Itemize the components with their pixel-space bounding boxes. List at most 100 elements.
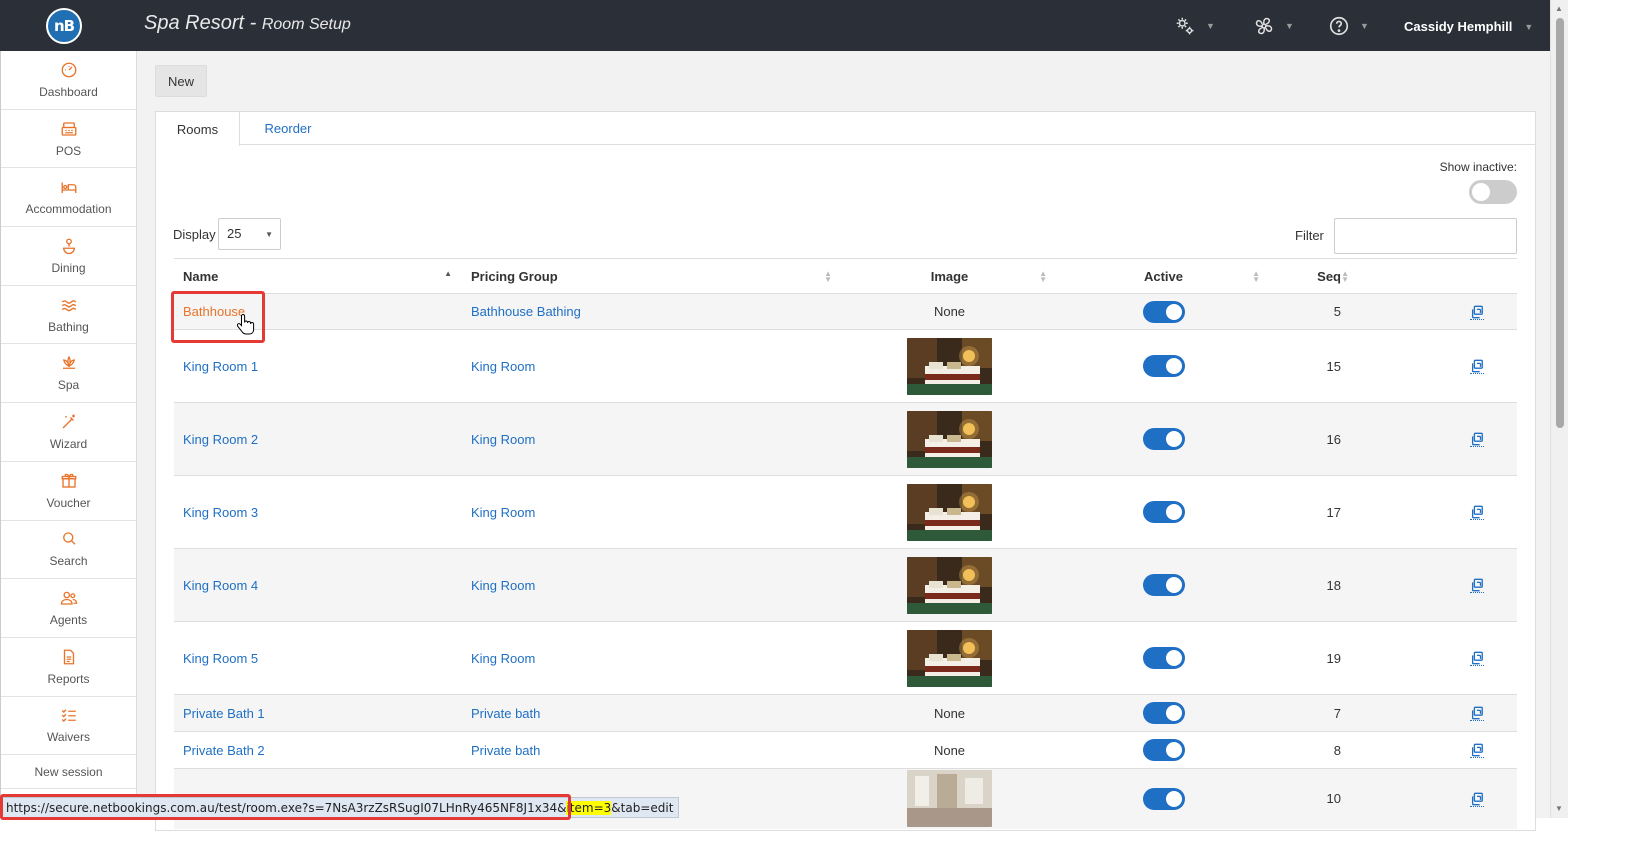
column-header-active[interactable]: Active ▲ ▼ [1057, 258, 1270, 294]
copy-icon[interactable] [1470, 706, 1484, 722]
copy-icon[interactable] [1470, 432, 1484, 448]
main-content: New Rooms Reorder Show inactive: Display… [137, 51, 1550, 831]
display-select[interactable]: 25 ▼ [218, 218, 281, 250]
room-name-link[interactable]: King Room 2 [183, 432, 258, 447]
table-row[interactable]: King Room 5 King Room 19 [174, 621, 1517, 695]
copy-icon[interactable] [1470, 578, 1484, 594]
sidebar-item-accommodation[interactable]: Accommodation [1, 168, 136, 228]
sidebar-item-waivers[interactable]: Waivers [1, 697, 136, 756]
table-row[interactable]: King Room 4 King Room 18 [174, 548, 1517, 622]
table-row[interactable]: King Room 3 King Room 17 [174, 475, 1517, 549]
page-subtitle: Room Setup [261, 16, 351, 33]
room-thumbnail[interactable] [851, 410, 1048, 468]
settings-menu[interactable]: ▼ [1174, 15, 1215, 37]
copy-icon[interactable] [1470, 505, 1484, 521]
room-thumbnail[interactable] [851, 483, 1048, 541]
copy-icon[interactable] [1470, 743, 1484, 759]
tab-reorder[interactable]: Reorder [240, 112, 336, 145]
column-header-pricing-group[interactable]: Pricing Group ▲ ▼ [462, 258, 842, 294]
sidebar-item-dining[interactable]: Dining [1, 227, 136, 286]
chevron-down-icon: ▼ [1524, 21, 1534, 32]
show-inactive-toggle[interactable] [1469, 180, 1517, 204]
scroll-thumb[interactable] [1556, 18, 1564, 428]
copy-icon[interactable] [1470, 651, 1484, 667]
table-row[interactable]: Private Bath 2 Private bath None 8 [174, 731, 1517, 769]
user-name: Cassidy Hemphill [1404, 19, 1513, 34]
sidebar-item-search[interactable]: Search [1, 521, 136, 580]
sidebar-item-wizard[interactable]: Wizard [1, 403, 136, 462]
seq-value: 15 [1326, 358, 1341, 374]
active-toggle[interactable] [1142, 428, 1185, 450]
active-toggle[interactable] [1142, 574, 1185, 596]
room-name-link[interactable]: King Room 1 [183, 359, 258, 374]
sort-icon: ▲ [444, 269, 452, 278]
column-header-name[interactable]: Name ▲ [174, 258, 462, 294]
sidebar-item-bathing[interactable]: Bathing [1, 286, 136, 345]
sidebar-item-agents[interactable]: Agents [1, 579, 136, 638]
copy-icon[interactable] [1470, 791, 1484, 808]
url-highlight: item=3 [566, 800, 612, 815]
active-toggle[interactable] [1142, 300, 1185, 323]
tab-rooms[interactable]: Rooms [156, 112, 240, 146]
table-row[interactable]: Private Bath 1 Private bath None 7 [174, 694, 1517, 732]
seq-value: 19 [1326, 650, 1341, 666]
active-toggle[interactable] [1142, 355, 1185, 377]
bed-icon [60, 178, 78, 199]
sidebar-item-spa[interactable]: Spa [1, 344, 136, 404]
sidebar-item-reports[interactable]: Reports [1, 638, 136, 697]
room-name-link[interactable]: King Room 5 [183, 651, 258, 666]
pricing-group-link[interactable]: Private bath [471, 743, 540, 758]
room-name-link[interactable]: Private Bath 1 [183, 706, 265, 721]
seq-value: 10 [1326, 791, 1341, 807]
sidebar-item-label: Wizard [49, 436, 88, 451]
user-menu[interactable]: Cassidy Hemphill ▼ [1404, 19, 1533, 34]
people-icon [60, 589, 78, 610]
new-session-link[interactable]: New session [1, 755, 136, 790]
room-name-link[interactable]: Private Bath 2 [183, 743, 265, 758]
sidebar-item-pos[interactable]: POS [1, 110, 136, 169]
active-toggle[interactable] [1142, 739, 1185, 761]
pricing-group-link[interactable]: King Room [471, 578, 535, 593]
pricing-group-link[interactable]: King Room [471, 505, 535, 520]
active-toggle[interactable] [1142, 647, 1185, 669]
table-row[interactable]: Bathhouse Bathhouse Bathing None 5 [174, 293, 1517, 330]
page-scrollbar[interactable]: ▲ ▼ [1550, 0, 1568, 818]
pricing-group-link[interactable]: King Room [471, 651, 535, 666]
seq-value: 7 [1333, 705, 1341, 721]
new-button[interactable]: New [155, 65, 207, 97]
sidebar-item-voucher[interactable]: Voucher [1, 462, 136, 521]
active-toggle[interactable] [1142, 501, 1185, 523]
table-row[interactable]: King Room 1 King Room 15 [174, 329, 1517, 403]
scroll-up-icon[interactable]: ▲ [1555, 4, 1563, 13]
seq-value: 5 [1333, 304, 1341, 319]
room-name-link[interactable]: King Room 3 [183, 505, 258, 520]
room-thumbnail[interactable] [851, 770, 1048, 828]
app-logo[interactable]: nB [46, 8, 82, 44]
room-name-link[interactable]: King Room 4 [183, 578, 258, 593]
active-toggle[interactable] [1142, 702, 1185, 724]
table-row[interactable]: King Room 2 King Room 16 [174, 402, 1517, 476]
top-bar: nB Spa Resort - Room Setup ▼ ▼ ▼ Cassidy… [0, 0, 1568, 51]
copy-icon[interactable] [1470, 359, 1484, 375]
pricing-group-link[interactable]: King Room [471, 432, 535, 447]
room-thumbnail[interactable] [851, 337, 1048, 395]
pricing-group-link[interactable]: Private bath [471, 706, 540, 721]
pricing-group-link[interactable]: Bathhouse Bathing [471, 304, 581, 319]
sidebar-item-dashboard[interactable]: Dashboard [1, 51, 136, 110]
column-header-seq[interactable]: Seq ▲ ▼ [1270, 258, 1437, 294]
room-thumbnail[interactable] [851, 629, 1048, 687]
tools-menu[interactable]: ▼ [1253, 15, 1294, 37]
seq-value: 17 [1326, 504, 1341, 520]
sidebar-item-label: Reports [47, 671, 90, 686]
filter-input[interactable] [1334, 218, 1517, 254]
help-menu[interactable]: ▼ [1328, 15, 1369, 37]
copy-icon[interactable] [1470, 304, 1484, 320]
scroll-down-icon[interactable]: ▼ [1555, 804, 1563, 813]
active-toggle[interactable] [1142, 787, 1185, 810]
show-inactive-label: Show inactive: [1439, 160, 1517, 174]
column-header-image[interactable]: Image ▲ ▼ [842, 258, 1057, 294]
pricing-group-link[interactable]: King Room [471, 359, 535, 374]
sidebar-item-label: Waivers [47, 730, 90, 745]
room-thumbnail[interactable] [851, 556, 1048, 614]
page-title: Spa Resort - Room Setup [144, 12, 351, 34]
